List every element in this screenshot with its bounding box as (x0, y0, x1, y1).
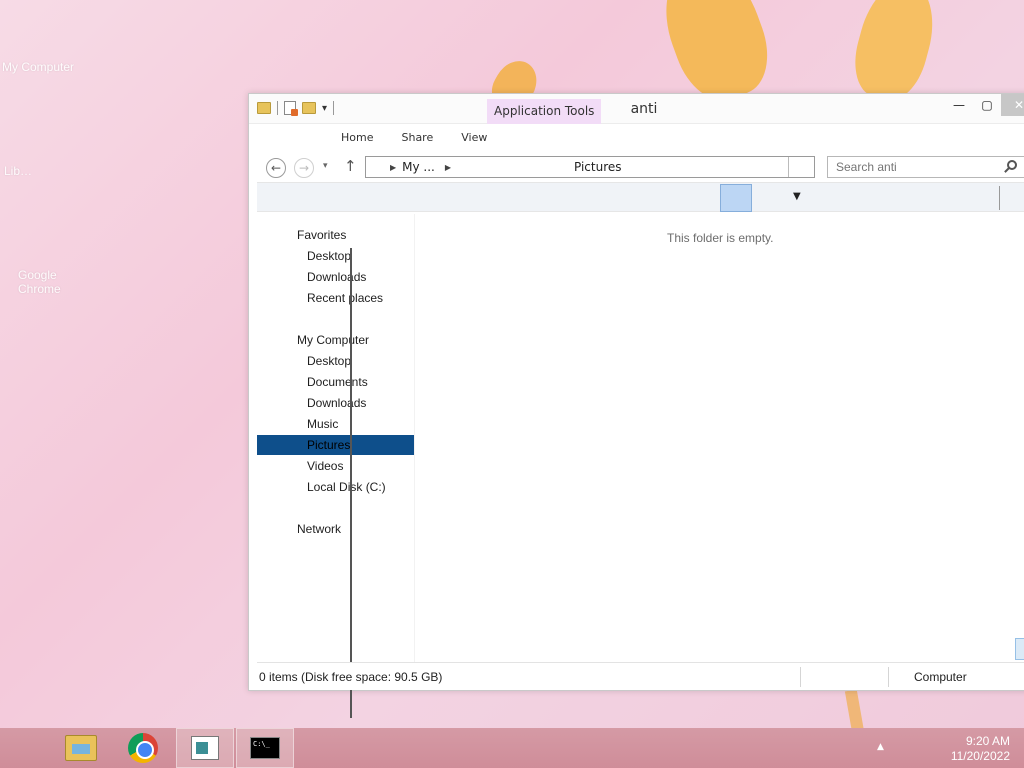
minimize-button[interactable]: — (945, 94, 973, 116)
nav-item-desktop[interactable]: Desktop (307, 354, 351, 368)
nav-item-recent-places[interactable]: Recent places (307, 291, 383, 305)
breadcrumb-arrow-icon[interactable]: ▶ (445, 163, 451, 172)
address-bar-row: ← → ▾ ↑ ▶ My ... ▶ Pictures (249, 150, 1024, 182)
desktop-icon-chrome[interactable]: Google Chrome (18, 268, 78, 296)
file-explorer-icon (65, 735, 97, 761)
window-controls: — ▢ ✕ (945, 94, 1024, 116)
breadcrumb-current[interactable]: Pictures (574, 160, 622, 174)
chrome-icon (128, 733, 158, 763)
clock-time: 9:20 AM (965, 734, 1010, 748)
forward-arrow-icon[interactable]: → (294, 158, 314, 178)
search-input[interactable] (827, 156, 1024, 178)
title-bar[interactable]: ▾ Application Tools anti — ▢ ✕ (249, 94, 1024, 124)
taskbar-app[interactable] (176, 728, 234, 768)
nav-item-videos[interactable]: Videos (307, 459, 343, 473)
address-bar[interactable]: ▶ My ... ▶ Pictures (365, 156, 815, 178)
taskbar-command-prompt[interactable]: C:\_ (236, 728, 294, 768)
nav-item-pictures[interactable]: Pictures (307, 438, 350, 452)
nav-group-favorites[interactable]: Favorites (297, 228, 346, 242)
nav-item-music[interactable]: Music (307, 417, 338, 431)
status-separator (800, 667, 801, 687)
command-prompt-icon: C:\_ (250, 737, 280, 759)
wallpaper-petal (845, 0, 945, 108)
tab-home[interactable]: Home (327, 131, 387, 144)
explorer-window: ▾ Application Tools anti — ▢ ✕ Home Shar… (248, 93, 1024, 718)
taskbar-chrome[interactable] (114, 728, 172, 768)
window-title: anti (630, 101, 658, 117)
desktop-icon-libraries[interactable]: Lib… (4, 164, 32, 178)
tab-view[interactable]: View (447, 131, 501, 144)
nav-item-local-disk[interactable]: Local Disk (C:) (307, 480, 386, 494)
back-arrow-icon[interactable]: ← (266, 158, 286, 178)
status-item-count: 0 items (Disk free space: 90.5 GB) (259, 670, 443, 684)
view-dropdown-icon[interactable]: ▼ (793, 191, 801, 202)
drag-line (350, 248, 352, 718)
maximize-button[interactable]: ▢ (973, 94, 1001, 116)
status-bar: 0 items (Disk free space: 90.5 GB) Compu… (257, 662, 1024, 690)
tab-share[interactable]: Share (387, 131, 447, 144)
search-icon[interactable] (1007, 160, 1017, 170)
view-layout-button[interactable] (720, 184, 752, 212)
empty-folder-message: This folder is empty. (667, 231, 774, 245)
desktop-icon-my-computer[interactable]: My Computer (2, 60, 74, 74)
show-hidden-icons-icon[interactable]: ▲ (877, 742, 884, 752)
command-bar: ▼ (257, 182, 1024, 212)
navigation-pane: Favorites Desktop Downloads Recent place… (257, 214, 415, 718)
recent-locations-dropdown-icon[interactable]: ▾ (323, 161, 328, 171)
breadcrumb-arrow-icon[interactable]: ▶ (390, 163, 396, 172)
nav-group-my-computer[interactable]: My Computer (297, 333, 369, 347)
nav-item-desktop[interactable]: Desktop (307, 249, 351, 263)
application-icon (191, 736, 219, 760)
status-location: Computer (914, 670, 967, 684)
clock-date: 11/20/2022 (950, 749, 1010, 763)
nav-item-downloads[interactable]: Downloads (307, 396, 366, 410)
ribbon-tabs: Home Share View (249, 124, 1024, 150)
address-dropdown[interactable] (788, 157, 814, 177)
taskbar: C:\_ ▲ 9:20 AM 11/20/2022 (0, 728, 1024, 768)
nav-item-documents[interactable]: Documents (307, 375, 368, 389)
taskbar-file-explorer[interactable] (52, 728, 110, 768)
up-arrow-icon[interactable]: ↑ (344, 157, 357, 175)
nav-item-downloads[interactable]: Downloads (307, 270, 366, 284)
explorer-body: Favorites Desktop Downloads Recent place… (257, 214, 1024, 718)
command-separator (999, 186, 1000, 210)
close-button[interactable]: ✕ (1001, 94, 1024, 116)
details-pane-handle[interactable] (1015, 638, 1024, 660)
status-separator (888, 667, 889, 687)
nav-group-network[interactable]: Network (297, 522, 341, 536)
system-clock[interactable]: 9:20 AM 11/20/2022 (951, 734, 1010, 764)
breadcrumb-segment[interactable]: My ... (402, 160, 435, 174)
